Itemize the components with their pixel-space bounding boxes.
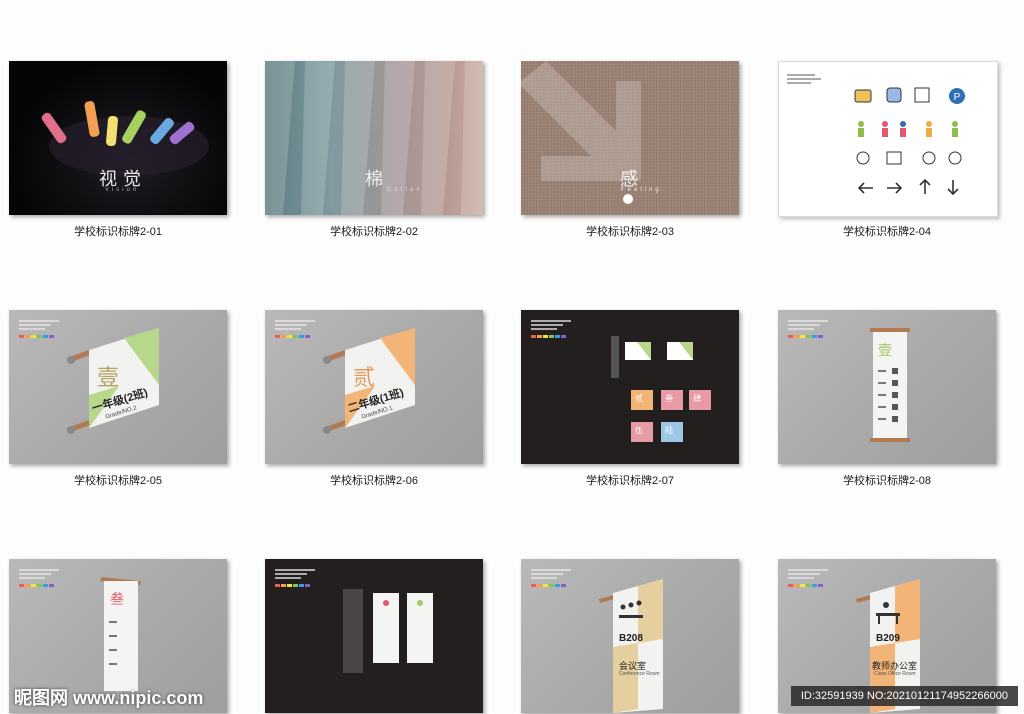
- thumbnail-caption: 学校标识标牌2-04: [842, 226, 932, 238]
- header-lines: [531, 569, 571, 587]
- circle-logo: [623, 194, 633, 204]
- header-lines: [788, 569, 828, 587]
- thumbnail-image[interactable]: B208 会议室 Conference Room: [521, 559, 739, 713]
- svg-text:P: P: [954, 92, 961, 103]
- chip-label: 伍: [635, 426, 643, 435]
- numeral: 叁: [110, 591, 124, 607]
- room-number: B208: [619, 633, 643, 644]
- blinds-illustration: [265, 61, 483, 215]
- header-lines: [531, 320, 571, 338]
- thumbnail-caption: 学校标识标牌2-03: [585, 226, 675, 238]
- chip-label: 叁: [665, 394, 673, 403]
- thumbnail-tile[interactable]: B208 会议室 Conference Room: [521, 559, 741, 713]
- thumbnail-image[interactable]: 壹: [778, 310, 996, 464]
- cover-subword: Cotton: [387, 187, 423, 193]
- room-en: Class Office Room: [874, 671, 916, 677]
- thumbnail-caption: 学校标识标牌2-08: [842, 475, 932, 487]
- image-id-label: ID:32591939 NO:20210121174952266000: [790, 686, 1018, 706]
- thumbnail-tile[interactable]: 棉 Cotton 学校标识标牌2-02: [265, 61, 485, 238]
- chip-label: 贰: [635, 394, 643, 403]
- thumbnail-image[interactable]: P: [778, 61, 998, 217]
- chip-label: 肆: [693, 394, 701, 403]
- header-lines: [19, 569, 59, 587]
- thumbnail-caption: 学校标识标牌2-05: [73, 475, 163, 487]
- chip-label: 陆: [665, 426, 673, 435]
- thumbnail-tile[interactable]: 壹 一年级(2班) Grade/NO.2 学校标识标牌2-05: [9, 310, 229, 487]
- thumbnail-tile[interactable]: [265, 559, 485, 713]
- room-en: Conference Room: [619, 671, 660, 677]
- numeral: 贰: [353, 365, 376, 390]
- cover-subword: Feeling: [621, 187, 662, 193]
- header-lines: [275, 569, 315, 587]
- header-lines: [19, 320, 59, 338]
- thumbnail-tile[interactable]: 感 Feeling 学校标识标牌2-03: [521, 61, 741, 238]
- thumbnail-tile[interactable]: 壹 学校标识标牌2-08: [778, 310, 998, 487]
- thumbnail-caption: 学校标识标牌2-07: [585, 475, 675, 487]
- thumbnail-image[interactable]: 棉 Cotton: [265, 61, 483, 215]
- thumbnail-caption: 学校标识标牌2-02: [329, 226, 419, 238]
- cover-subword: Vision: [105, 187, 140, 193]
- thumbnail-tile[interactable]: P 学校标识标牌2-04: [778, 61, 998, 238]
- thumbnail-caption: 学校标识标牌2-01: [73, 226, 163, 238]
- thumbnail-image[interactable]: 感 Feeling: [521, 61, 739, 215]
- cover-word: 棉: [365, 169, 383, 189]
- thumbnail-image[interactable]: 壹 一年级(2班) Grade/NO.2: [9, 310, 227, 464]
- thumbnail-image[interactable]: 贰 叁 肆 伍 陆: [521, 310, 739, 464]
- header-lines: [787, 74, 827, 86]
- numeral: 壹: [878, 342, 892, 358]
- thumbnail-grid: 视觉 Vision 学校标识标牌2-01 棉 Cotton 学校标识标牌2-02: [0, 0, 1024, 714]
- thumbnail-image[interactable]: 视觉 Vision: [9, 61, 227, 215]
- header-lines: [275, 320, 315, 338]
- thumbnail-image[interactable]: [265, 559, 483, 713]
- thumbnail-caption: 学校标识标牌2-06: [329, 475, 419, 487]
- site-watermark: 昵图网 www.nipic.com: [14, 688, 204, 708]
- header-lines: [788, 320, 828, 338]
- thumbnail-image[interactable]: 贰 二年级(1班) Grade/NO.1: [265, 310, 483, 464]
- thumbnail-tile[interactable]: 贰 二年级(1班) Grade/NO.1 学校标识标牌2-06: [265, 310, 485, 487]
- room-number: B209: [876, 633, 900, 644]
- numeral: 壹: [97, 365, 120, 390]
- thumbnail-tile[interactable]: 贰 叁 肆 伍 陆 学校标识标牌2-07: [521, 310, 741, 487]
- thumbnail-tile[interactable]: 视觉 Vision 学校标识标牌2-01: [9, 61, 229, 238]
